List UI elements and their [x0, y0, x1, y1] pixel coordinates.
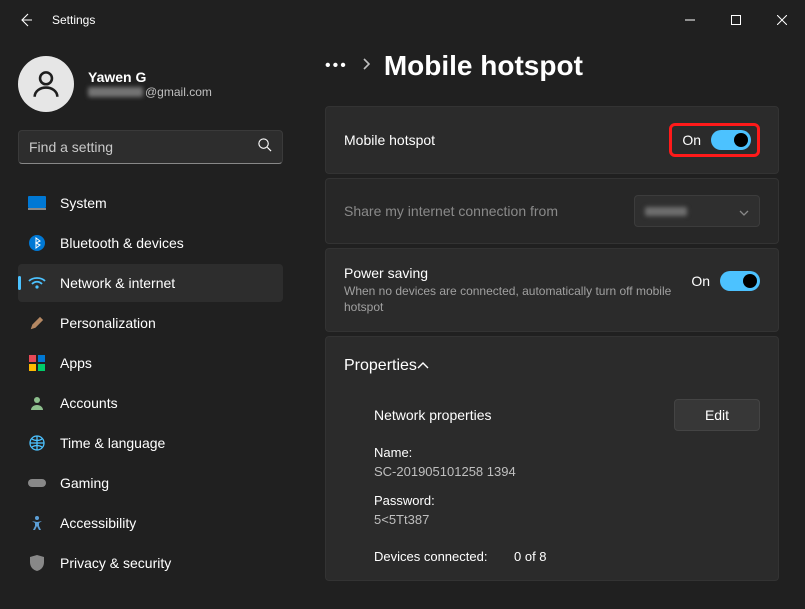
nav-personalization[interactable]: Personalization: [18, 304, 283, 342]
minimize-button[interactable]: [667, 4, 713, 36]
nav-gaming[interactable]: Gaming: [18, 464, 283, 502]
properties-card: Properties Network properties Edit Name:…: [325, 336, 779, 581]
nav-system[interactable]: System: [18, 184, 283, 222]
shield-icon: [28, 554, 46, 572]
avatar: [18, 56, 74, 112]
name-value: SC-201905101258 1394: [374, 464, 760, 479]
page-title: Mobile hotspot: [384, 50, 583, 82]
user-name: Yawen G: [88, 69, 212, 85]
hotspot-toggle[interactable]: [711, 130, 751, 150]
properties-header: Properties: [344, 357, 417, 375]
search-icon: [257, 137, 272, 157]
nav-accounts[interactable]: Accounts: [18, 384, 283, 422]
nav-apps[interactable]: Apps: [18, 344, 283, 382]
apps-icon: [28, 354, 46, 372]
system-icon: [28, 194, 46, 212]
power-saving-label: Power saving: [344, 265, 691, 281]
network-properties-label: Network properties: [374, 407, 492, 423]
accessibility-icon: [28, 514, 46, 532]
nav-privacy[interactable]: Privacy & security: [18, 544, 283, 582]
more-icon[interactable]: •••: [325, 57, 348, 75]
hotspot-label: Mobile hotspot: [344, 132, 435, 148]
hotspot-card: Mobile hotspot On: [325, 106, 779, 174]
chevron-right-icon: [362, 57, 370, 75]
person-icon: [28, 394, 46, 412]
back-button[interactable]: [10, 4, 42, 36]
power-saving-state-text: On: [691, 273, 710, 289]
properties-header-row[interactable]: Properties: [326, 337, 778, 395]
nav-accessibility[interactable]: Accessibility: [18, 504, 283, 542]
search-box[interactable]: [18, 130, 283, 164]
share-value-redacted: [645, 207, 687, 216]
share-label: Share my internet connection from: [344, 203, 558, 219]
close-button[interactable]: [759, 4, 805, 36]
share-dropdown[interactable]: [634, 195, 760, 227]
nav-time[interactable]: Time & language: [18, 424, 283, 462]
password-label: Password:: [374, 493, 760, 508]
bluetooth-icon: [28, 234, 46, 252]
power-saving-sublabel: When no devices are connected, automatic…: [344, 283, 691, 315]
name-label: Name:: [374, 445, 760, 460]
user-profile[interactable]: Yawen G @gmail.com: [18, 56, 283, 112]
window-title: Settings: [52, 13, 95, 27]
chevron-up-icon: [417, 357, 429, 375]
globe-icon: [28, 434, 46, 452]
chevron-down-icon: [739, 204, 749, 219]
hotspot-state-text: On: [682, 132, 701, 148]
edit-button[interactable]: Edit: [674, 399, 760, 431]
password-value: 5<5Tt387: [374, 512, 760, 527]
share-card: Share my internet connection from: [325, 178, 779, 244]
highlight-box: On: [669, 123, 760, 157]
brush-icon: [28, 314, 46, 332]
power-saving-toggle[interactable]: [720, 271, 760, 291]
devices-label: Devices connected:: [374, 549, 514, 564]
search-input[interactable]: [29, 139, 257, 155]
power-saving-card: Power saving When no devices are connect…: [325, 248, 779, 332]
gaming-icon: [28, 474, 46, 492]
breadcrumb: ••• Mobile hotspot: [325, 50, 779, 82]
wifi-icon: [28, 274, 46, 292]
nav-bluetooth[interactable]: Bluetooth & devices: [18, 224, 283, 262]
nav-network[interactable]: Network & internet: [18, 264, 283, 302]
devices-value: 0 of 8: [514, 549, 547, 564]
maximize-button[interactable]: [713, 4, 759, 36]
user-email: @gmail.com: [88, 85, 212, 99]
